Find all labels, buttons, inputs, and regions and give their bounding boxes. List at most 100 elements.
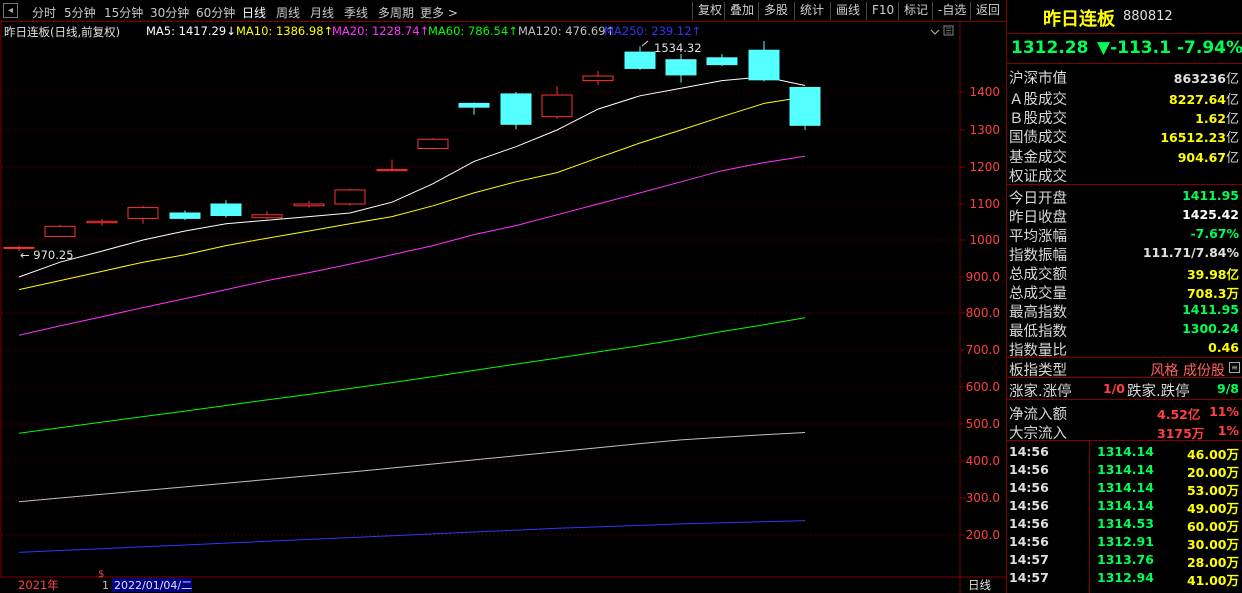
low-price-label: ← 970.25 xyxy=(20,248,74,262)
index-row: 今日开盘 1411.95 xyxy=(1009,188,1239,207)
candle-body xyxy=(582,75,614,82)
index-row: 最低指数 1300.24 xyxy=(1009,321,1239,340)
period-label: 日线 xyxy=(968,578,991,592)
market-row: 国债成交 16512.23亿 xyxy=(1009,130,1239,146)
candle-body xyxy=(458,102,490,108)
market-row: 沪深市值 863236亿 xyxy=(1009,71,1239,87)
price-row: 1312.28 ▼-113.1 -7.94% xyxy=(1007,34,1242,64)
overlay-button[interactable]: 叠加 xyxy=(724,2,759,20)
tick-row: 14:56 1314.14 53.00万 xyxy=(1009,480,1239,498)
index-row: 总成交额 39.98亿 xyxy=(1009,267,1239,283)
back-button[interactable]: 返回 xyxy=(970,2,1005,20)
y-tick-label: 1300 xyxy=(969,123,1000,137)
panel-toggle-icon[interactable]: ◂ xyxy=(3,3,18,18)
quote-panel: 昨日连板 880812 1312.28 ▼-113.1 -7.94% 沪深市值 … xyxy=(1006,0,1242,593)
flow-row: 大宗流入 3175万 1% xyxy=(1009,423,1239,442)
y-tick-label: 500.0 xyxy=(966,417,1000,431)
y-tick-label: 1100 xyxy=(969,197,1000,211)
multi-stock-button[interactable]: 多股 xyxy=(758,2,793,20)
last-price: 1312.28 xyxy=(1011,38,1089,58)
tick-row: 14:56 1314.14 20.00万 xyxy=(1009,462,1239,480)
market-row: Ｂ股成交 1.62亿 xyxy=(1009,111,1239,127)
ma60-legend: MA60: 786.54↑ xyxy=(428,24,518,38)
tick-row: 14:56 1314.53 60.00万 xyxy=(1009,516,1239,534)
candle-body xyxy=(706,57,738,66)
adjust-button[interactable]: 复权 xyxy=(692,2,727,20)
candle-body xyxy=(541,94,573,118)
tab-more[interactable]: 更多 > xyxy=(420,4,458,21)
ma250-legend: MA250: 239.12↑ xyxy=(604,24,702,38)
candle-body xyxy=(789,86,821,126)
y-tick-label: 1400 xyxy=(969,85,1000,99)
index-row: 指数振幅 111.71/7.84% xyxy=(1009,245,1239,264)
market-row: 基金成交 904.67亿 xyxy=(1009,150,1239,166)
index-code: 880812 xyxy=(1123,9,1173,24)
index-type-row: 板指类型 风格 成份股 ≡ xyxy=(1007,358,1242,379)
tab-quarterly[interactable]: 季线 xyxy=(344,4,368,21)
y-tick-label: 900.0 xyxy=(966,270,1000,284)
ma120-legend: MA120: 476.69↑ xyxy=(518,24,616,38)
tick-row: 14:56 1314.14 49.00万 xyxy=(1009,498,1239,516)
f10-button[interactable]: F10 xyxy=(866,2,899,20)
bottom-marker: 1 xyxy=(102,579,109,592)
y-tick-label: 400.0 xyxy=(966,454,1000,468)
kline-chart[interactable]: 1534.32 ← 970.25 1400 1300 1200 1100 1000 900.… xyxy=(0,22,1006,593)
price-change: ▼-113.1 xyxy=(1097,38,1171,58)
y-tick-label: 600.0 xyxy=(966,380,1000,394)
candle-body xyxy=(293,203,325,207)
candle-body xyxy=(44,225,76,237)
tick-row: 14:57 1312.94 41.00万 xyxy=(1009,570,1239,588)
index-row: 指数量比 0.46 xyxy=(1009,340,1239,359)
period-toolbar: ◂ 分时 5分钟 15分钟 30分钟 60分钟 日线 周线 月线 季线 多周期 … xyxy=(0,0,1006,22)
list-icon[interactable]: ≡ xyxy=(1229,362,1240,373)
index-row: 总成交量 708.3万 xyxy=(1009,286,1239,302)
market-row: Ａ股成交 8227.64亿 xyxy=(1009,92,1239,108)
tick-row: 14:57 1313.76 28.00万 xyxy=(1009,552,1239,570)
candle-body xyxy=(624,51,656,69)
tab-multi-period[interactable]: 多周期 xyxy=(378,4,414,21)
index-row: 平均涨幅 -7.67% xyxy=(1009,226,1239,245)
index-name: 昨日连板 xyxy=(1043,9,1115,30)
candle-body xyxy=(334,189,366,205)
candle-body xyxy=(417,138,449,149)
tab-15min[interactable]: 15分钟 xyxy=(104,4,143,21)
tab-monthly[interactable]: 月线 xyxy=(310,4,334,21)
remove-watchlist-button[interactable]: -自选 xyxy=(932,2,971,20)
tab-fenshi[interactable]: 分时 xyxy=(32,4,56,21)
ma20-legend: MA20: 1228.74↑ xyxy=(332,24,430,38)
panel-header: 昨日连板 880812 xyxy=(1007,0,1242,34)
tick-row: 14:56 1312.91 30.00万 xyxy=(1009,534,1239,552)
tab-60min[interactable]: 60分钟 xyxy=(196,4,235,21)
ma10-legend: MA10: 1386.98↑ xyxy=(236,24,334,38)
tick-row: 14:56 1314.14 46.00万 xyxy=(1009,444,1239,462)
date-label: 2022/01/04/二 xyxy=(114,579,192,592)
candle-body xyxy=(376,169,408,172)
mark-button[interactable]: 标记 xyxy=(898,2,933,20)
candle-body xyxy=(127,207,159,219)
y-tick-label: 1200 xyxy=(969,160,1000,174)
candle-body xyxy=(169,212,201,219)
y-tick-label: 1000 xyxy=(969,233,1000,247)
tab-weekly[interactable]: 周线 xyxy=(276,4,300,21)
high-price-label: 1534.32 xyxy=(654,41,702,55)
y-tick-label: 300.0 xyxy=(966,491,1000,505)
market-row: 权证成交 xyxy=(1009,169,1067,185)
limit-row: 涨家.涨停 1/0 跌家.跌停 9/8 xyxy=(1009,381,1239,400)
chart-legend: 昨日连板(日线,前复权) MA5: 1417.29↓ MA10: 1386.98… xyxy=(0,22,1006,40)
price-change-pct: -7.94% xyxy=(1177,38,1242,58)
draw-line-button[interactable]: 画线 xyxy=(830,2,865,20)
statistics-button[interactable]: 统计 xyxy=(794,2,829,20)
flow-row: 净流入额 4.52亿 11% xyxy=(1009,404,1239,423)
y-tick-label: 200.0 xyxy=(966,528,1000,542)
index-row: 昨日收盘 1425.42 xyxy=(1009,207,1239,226)
tab-5min[interactable]: 5分钟 xyxy=(64,4,96,21)
candle-body xyxy=(748,49,780,81)
y-tick-label: 800.0 xyxy=(966,306,1000,320)
tab-30min[interactable]: 30分钟 xyxy=(150,4,189,21)
chart-title: 昨日连板(日线,前复权) xyxy=(4,25,121,39)
year-label: 2021年 xyxy=(18,578,59,592)
index-row: 最高指数 1411.95 xyxy=(1009,302,1239,321)
tab-daily[interactable]: 日线 xyxy=(242,4,266,21)
ma5-legend: MA5: 1417.29↓ xyxy=(146,24,236,38)
candle-body xyxy=(210,203,242,217)
